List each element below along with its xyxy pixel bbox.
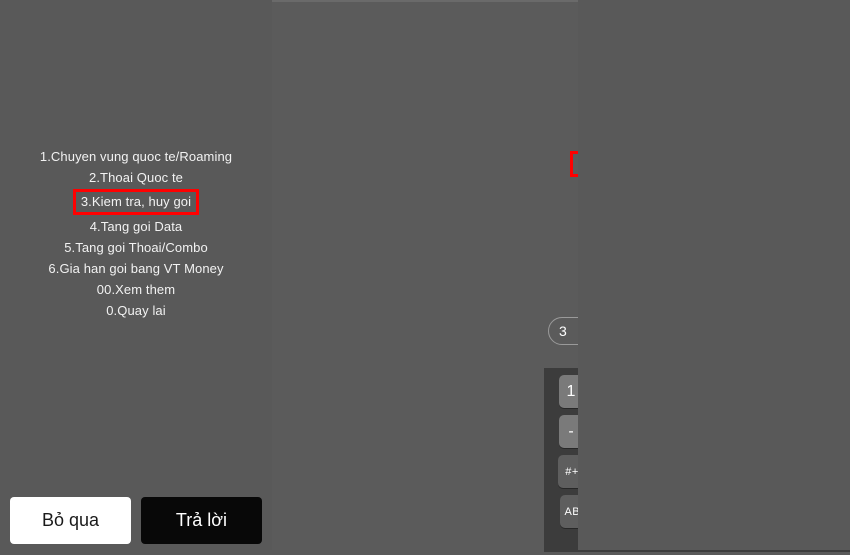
ussd-menu-item: 4.Tang goi Data — [89, 219, 183, 234]
panel-left: 1.Chuyen vung quoc te/Roaming 2.Thoai Quo… — [0, 0, 272, 550]
ussd-menu-item: 0.Quay lai — [106, 303, 166, 318]
panel-middle: 1.Goi cuoc, tai khoan2.Tra cuu goi cuoc … — [272, 0, 850, 552]
ussd-menu-item-highlighted: 3.Kiem tra, huy goi — [72, 189, 200, 215]
screenshot-root: 1.Chuyen vung quoc te/Roaming 2.Thoai Quo… — [0, 0, 850, 552]
ussd-menu-line: 1.Chuyen vung quoc te/Roaming — [0, 146, 272, 167]
ussd-menu-line: 4.Tang goi Data — [0, 216, 272, 237]
ussd-menu-line: 6.Gia han goi bang VT Money — [0, 258, 272, 279]
ussd-menu-line: 2.Thoai Quoc te — [0, 167, 272, 188]
reply-button-vi[interactable]: Trả lời — [141, 496, 262, 544]
ussd-menu-line: 00.Xem them — [0, 279, 272, 300]
ussd-menu-line: 0.Quay lai — [0, 300, 272, 321]
ussd-menu-item: 5.Tang goi Thoai/Combo — [64, 240, 208, 255]
ussd-menu-main: 1.Chuyen vung quoc te/Roaming 2.Thoai Quo… — [0, 146, 272, 321]
ussd-menu-item: 2.Thoai Quoc te — [89, 170, 183, 185]
ussd-menu-line: 5.Tang goi Thoai/Combo — [0, 237, 272, 258]
ussd-menu-item: 00.Xem them — [96, 282, 176, 297]
dismiss-button-vi[interactable]: Bỏ qua — [10, 496, 131, 544]
panel-right: Luu luong con lai cua Quy khach la:0MB (… — [578, 0, 850, 550]
action-bar-left: Bỏ qua Trả lời — [0, 490, 272, 550]
ussd-menu-item: 1.Chuyen vung quoc te/Roaming — [39, 149, 233, 164]
ussd-menu-line: 3.Kiem tra, huy goi — [0, 188, 272, 216]
ussd-menu-item: 6.Gia han goi bang VT Money — [48, 261, 224, 276]
